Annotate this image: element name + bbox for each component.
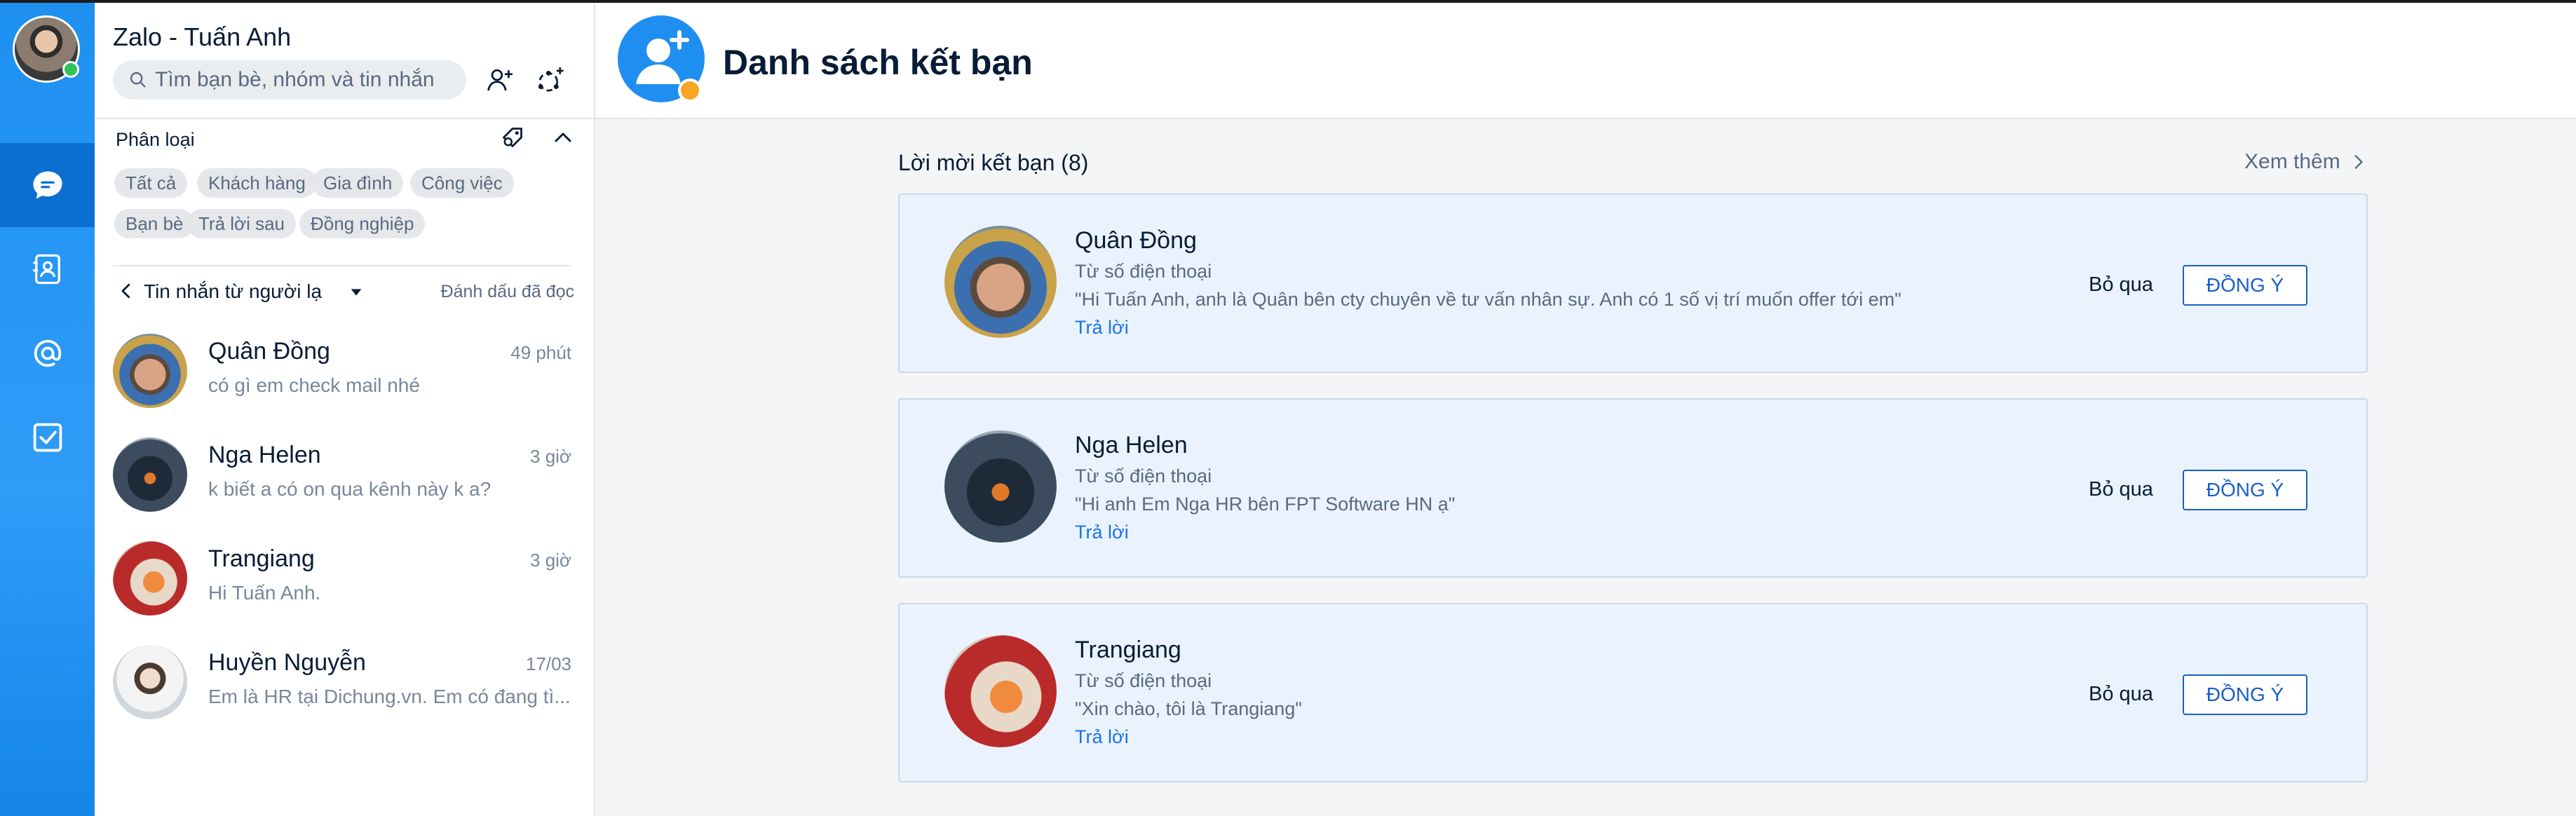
friend-request-card: Nga Helen Từ số điện thoại "Hi anh Em Ng… (898, 398, 2368, 578)
mention-icon (34, 339, 61, 367)
add-friend-button[interactable] (480, 60, 520, 100)
search-input[interactable] (155, 66, 449, 94)
add-friend-icon (487, 69, 513, 91)
avatar (944, 226, 1057, 338)
avatar (113, 541, 187, 616)
request-message: "Hi Tuấn Anh, anh là Quân bên cty chuyên… (1075, 289, 1902, 310)
conversation-time: 49 phút (510, 342, 571, 363)
main-header: Danh sách kết bạn (595, 3, 2576, 119)
conversation-item[interactable]: Nga Helen 3 giờ k biết a có on qua kênh … (95, 422, 595, 526)
search-row (113, 60, 564, 100)
chip-friends[interactable]: Bạn bè (114, 209, 195, 238)
chip-reply-later[interactable]: Trả lời sau (187, 209, 297, 238)
main-content: Danh sách kết bạn Lời mời kết bạn (8) Xe… (595, 3, 2576, 816)
chat-icon (32, 171, 62, 199)
conversation-preview: có gì em check mail nhé (208, 374, 420, 396)
chip-customers[interactable]: Khách hàng (197, 168, 317, 198)
avatar (113, 437, 187, 512)
collapse-icon[interactable] (549, 123, 577, 151)
conversation-name: Quân Đồng (208, 338, 330, 365)
conversation-preview: Hi Tuấn Anh. (208, 582, 321, 604)
skip-button[interactable]: Bỏ qua (2089, 478, 2153, 501)
reply-link[interactable]: Trả lời (1075, 522, 1129, 543)
accept-button[interactable]: ĐỒNG Ý (2183, 265, 2307, 306)
conversation-name: Huyền Nguyễn (208, 649, 366, 676)
conversation-panel: Zalo - Tuấn Anh Phân loại Tất cả Khách h… (95, 3, 595, 816)
search-icon (130, 72, 146, 88)
divider (95, 118, 595, 119)
request-source: Từ số điện thoại (1075, 670, 1212, 691)
app-title: Zalo - Tuấn Anh (113, 22, 292, 51)
friend-request-card: Quân Đồng Từ số điện thoại "Hi Tuấn Anh,… (898, 193, 2368, 373)
stranger-messages-label[interactable]: Tin nhắn từ người lạ (144, 280, 322, 303)
skip-button[interactable]: Bỏ qua (2089, 273, 2153, 297)
tag-settings-icon[interactable] (499, 123, 527, 151)
accept-button[interactable]: ĐỒNG Ý (2183, 470, 2307, 510)
page-title: Danh sách kết bạn (723, 43, 1033, 82)
request-source: Từ số điện thoại (1075, 261, 1212, 282)
divider (113, 265, 571, 266)
reply-link[interactable]: Trả lời (1075, 317, 1129, 339)
conversation-time: 3 giờ (530, 446, 571, 467)
conversation-preview: Em là HR tại Dichung.vn. Em có đang tì..… (208, 686, 571, 707)
nav-rail (0, 3, 95, 816)
conversation-time: 3 giờ (530, 550, 571, 571)
avatar (944, 635, 1057, 747)
see-more-link[interactable]: Xem thêm (2244, 150, 2367, 174)
verified-badge (678, 79, 702, 102)
chip-colleagues[interactable]: Đồng nghiệp (299, 209, 426, 238)
chip-family[interactable]: Gia đình (312, 168, 404, 198)
friend-request-card: Trangiang Từ số điện thoại "Xin chào, tô… (898, 603, 2368, 782)
nav-contacts[interactable] (0, 227, 95, 311)
conversation-item[interactable]: Trangiang 3 giờ Hi Tuấn Anh. (95, 526, 595, 630)
friend-list-header-icon (618, 15, 705, 102)
conversation-name: Trangiang (208, 545, 315, 572)
avatar (113, 645, 187, 719)
skip-button[interactable]: Bỏ qua (2089, 683, 2153, 706)
chip-work[interactable]: Công việc (410, 168, 514, 198)
conversation-preview: k biết a có on qua kênh này k a? (208, 478, 492, 500)
request-source: Từ số điện thoại (1075, 465, 1212, 487)
create-group-button[interactable] (531, 60, 570, 100)
back-chevron-icon[interactable] (116, 280, 137, 301)
chip-all[interactable]: Tất cả (114, 168, 188, 198)
requester-name: Quân Đồng (1075, 227, 1197, 254)
conversation-name: Nga Helen (208, 442, 321, 468)
accept-button[interactable]: ĐỒNG Ý (2183, 674, 2307, 715)
nav-todo[interactable] (0, 395, 95, 480)
caret-down-icon[interactable] (348, 285, 364, 300)
nav-mentions[interactable] (0, 311, 95, 395)
requester-name: Trangiang (1075, 637, 1181, 663)
conversation-time: 17/03 (525, 653, 571, 674)
nav-chat[interactable] (0, 143, 95, 227)
conversation-item[interactable]: Quân Đồng 49 phút có gì em check mail nh… (95, 318, 595, 422)
stranger-messages-bar: Tin nhắn từ người lạ Đánh dấu đã đọc (116, 278, 574, 306)
mark-all-read-link[interactable]: Đánh dấu đã đọc (441, 282, 574, 302)
my-avatar[interactable] (13, 15, 80, 83)
conversation-item[interactable]: Huyền Nguyễn 17/03 Em là HR tại Dichung.… (95, 630, 595, 733)
filter-heading: Phân loại (116, 129, 195, 150)
contacts-icon (32, 254, 60, 285)
todo-icon (33, 423, 62, 452)
online-status-dot (62, 61, 79, 78)
filter-tools (499, 123, 577, 151)
request-message: "Hi anh Em Nga HR bên FPT Software HN ạ" (1075, 494, 1456, 515)
avatar (944, 430, 1057, 543)
friend-requests-title: Lời mời kết bạn (8) (898, 150, 1089, 175)
avatar (113, 334, 187, 408)
chevron-right-icon (2354, 155, 2363, 169)
see-more-label: Xem thêm (2244, 150, 2340, 173)
request-message: "Xin chào, tôi là Trangiang" (1075, 698, 1302, 719)
reply-link[interactable]: Trả lời (1075, 726, 1129, 748)
search-box[interactable] (113, 60, 466, 100)
create-group-icon (538, 67, 564, 92)
requester-name: Nga Helen (1075, 432, 1188, 458)
